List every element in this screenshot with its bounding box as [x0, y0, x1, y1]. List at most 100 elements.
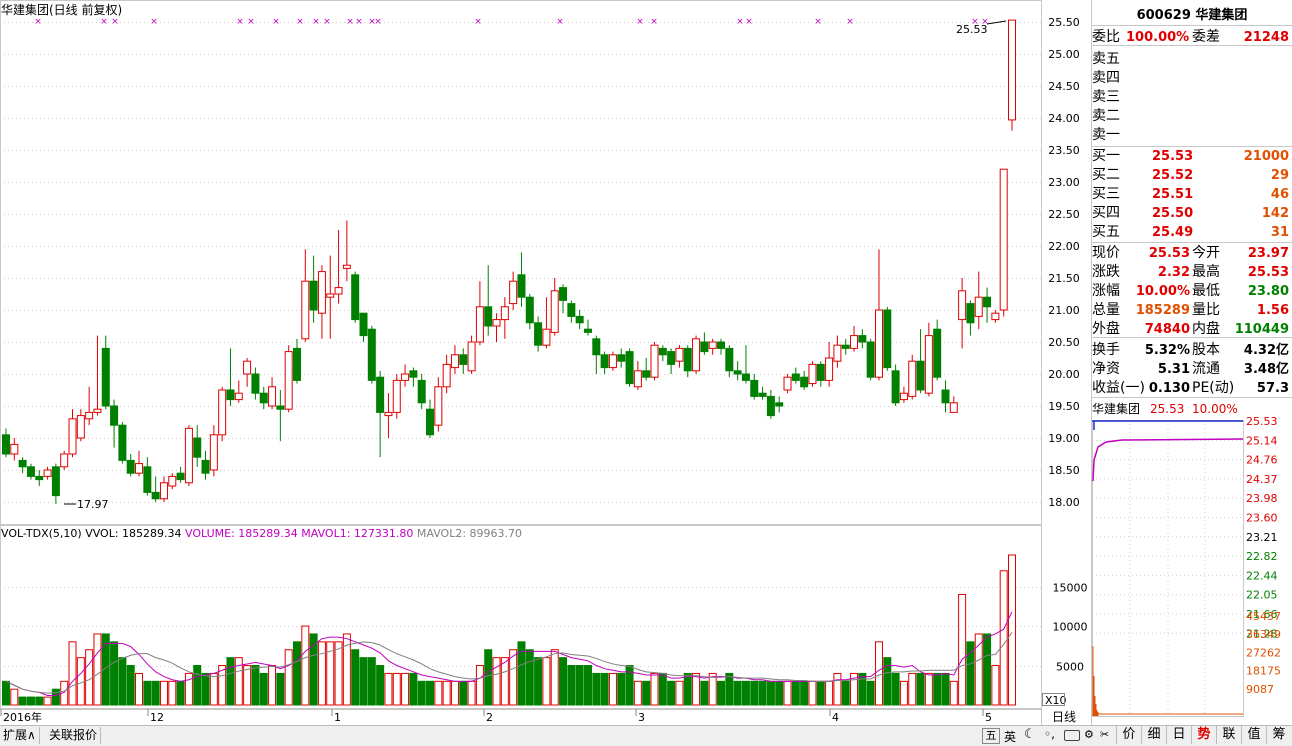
price-axis-label: 25.00: [1048, 48, 1080, 61]
keyboard-icon[interactable]: [1064, 730, 1080, 741]
tools-icon[interactable]: ✂: [1100, 728, 1109, 741]
five-icon[interactable]: 五: [982, 728, 1000, 744]
volume-bar: [301, 625, 310, 706]
expand-button[interactable]: 扩展∧: [0, 727, 40, 744]
buy-level-row: 买一 25.53 21000: [1092, 147, 1292, 166]
stock-code-name: 600629 华建集团: [1136, 8, 1248, 23]
volume-axis-label: 15000: [1053, 582, 1088, 595]
date-axis-label: 4: [832, 711, 839, 724]
volume-bar: [93, 633, 102, 706]
volume-bar: [924, 672, 933, 706]
finance-value: 0.130: [1148, 381, 1190, 396]
candle-body: [974, 296, 983, 317]
event-marker: ×: [745, 17, 753, 27]
event-marker: ×: [323, 17, 331, 27]
volume-bar: [567, 665, 576, 706]
candle-body: [575, 315, 584, 324]
candle-body: [51, 466, 60, 497]
candle-body: [816, 363, 825, 381]
event-marker: ×: [636, 17, 644, 27]
punctuation-icon[interactable]: ◦,: [1044, 727, 1055, 741]
volume-bar: [999, 570, 1008, 706]
candle-body: [442, 363, 451, 388]
candle-body: [833, 344, 842, 362]
price-axis-label: 20.50: [1048, 336, 1080, 349]
volume-bar: [575, 665, 584, 706]
volume-axis-label: 10000: [1053, 621, 1088, 634]
volume-bar: [949, 680, 958, 706]
volume-bar: [193, 665, 202, 706]
candle-body: [741, 373, 750, 381]
finance-row: 收益(一) 0.130 PE(动) 57.3: [1092, 379, 1292, 398]
volume-bar: [43, 696, 52, 706]
price-axis-label: 22.00: [1048, 240, 1080, 253]
candle-body: [35, 475, 44, 481]
volume-bar: [176, 680, 185, 706]
volume-bar: [351, 649, 360, 706]
volume-bar: [159, 680, 168, 706]
candle-body: [68, 418, 77, 455]
candle-body: [135, 463, 144, 474]
volume-bar: [76, 657, 85, 706]
buy-level-label: 买四: [1092, 205, 1120, 221]
bottom-tab[interactable]: 势: [1191, 725, 1216, 744]
bottom-tab[interactable]: 联: [1216, 725, 1241, 744]
candle-body: [800, 376, 809, 388]
volume-bar: [143, 680, 152, 706]
price-axis-label: 22.50: [1048, 208, 1080, 221]
volume-bar: [442, 680, 451, 706]
volume-bar: [908, 672, 917, 706]
bottom-tab[interactable]: 价: [1116, 725, 1141, 744]
candle-body: [492, 319, 501, 327]
stat-value: 2.32: [1157, 265, 1190, 280]
volume-bar: [2, 680, 10, 706]
candle-body: [384, 411, 393, 417]
sell-level-row: 卖四: [1092, 69, 1292, 88]
candle-body: [309, 280, 318, 311]
volume-bar: [126, 665, 135, 706]
volume-bar: [750, 680, 759, 706]
volume-bar: [858, 672, 867, 706]
candle-body: [825, 357, 834, 381]
volume-bar: [392, 672, 401, 706]
stat-label: 涨幅: [1092, 283, 1120, 299]
candle-body: [608, 354, 617, 369]
candle-body: [43, 469, 52, 477]
bottom-tab[interactable]: 值: [1241, 725, 1266, 744]
candle-body: [143, 466, 152, 493]
low-price-label: 17.97: [77, 498, 109, 511]
buy-level-volume: 46: [1270, 187, 1289, 202]
candle-body: [234, 392, 243, 401]
candle-body: [916, 360, 925, 391]
bottom-tab[interactable]: 日: [1166, 725, 1191, 744]
volume-bar: [825, 680, 834, 706]
volume-bar: [816, 680, 825, 706]
weibi-value: 100.00%: [1126, 30, 1190, 45]
mavol2-value: MAVOL2: 89963.70: [416, 527, 523, 540]
candle-body: [866, 341, 875, 378]
date-axis-label: 2016年: [3, 710, 42, 724]
related-quotes-button[interactable]: 关联报价: [46, 727, 102, 744]
english-ime-icon[interactable]: 英: [1004, 728, 1016, 745]
candle-body: [633, 370, 642, 388]
buy-level-label: 买一: [1092, 148, 1120, 164]
volume-bar: [434, 680, 443, 706]
candle-body: [2, 434, 10, 455]
stat-label: 最低: [1192, 283, 1220, 299]
volume-bar: [492, 657, 501, 706]
moon-icon[interactable]: ☾: [1024, 727, 1036, 742]
volume-bar: [475, 665, 484, 706]
stat-value: 110449: [1234, 322, 1289, 337]
volume-bar: [500, 657, 509, 706]
settings-icon[interactable]: ⚙: [1084, 728, 1094, 741]
candle-body: [326, 293, 335, 298]
volume-bar: [717, 680, 726, 706]
bottom-tab[interactable]: 筹: [1266, 725, 1291, 744]
volume-bar: [317, 641, 326, 706]
volume-bar: [650, 672, 659, 706]
volume-bar: [525, 649, 534, 706]
volume-bar: [85, 649, 94, 706]
volume-bar: [226, 657, 235, 706]
buy-level-volume: 21000: [1243, 149, 1289, 164]
bottom-tab[interactable]: 细: [1141, 725, 1166, 744]
